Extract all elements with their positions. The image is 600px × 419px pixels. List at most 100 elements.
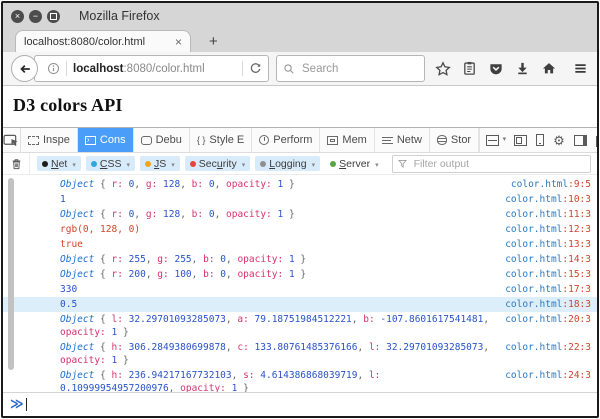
- clear-console-button[interactable]: [3, 153, 30, 174]
- message-body[interactable]: Object { r: 0, g: 128, b: 0, opacity: 1 …: [60, 178, 503, 191]
- download-icon[interactable]: [515, 61, 530, 76]
- reload-icon[interactable]: [249, 62, 262, 75]
- devtools-tab-style-editor[interactable]: Style E: [190, 128, 253, 152]
- device-icon[interactable]: [536, 134, 545, 146]
- bookmarks-clipboard-icon[interactable]: [462, 61, 477, 76]
- filter-css[interactable]: CSS: [85, 156, 135, 171]
- filter-js[interactable]: JS: [140, 156, 180, 171]
- token-delim: }: [294, 269, 307, 280]
- message-body[interactable]: Object { r: 0, g: 128, b: 0, opacity: 1 …: [60, 208, 497, 221]
- source-position: :15:3: [562, 269, 591, 280]
- message-body[interactable]: Object { h: 306.2849380699878, c: 133.80…: [60, 341, 497, 367]
- tab-close-icon[interactable]: [175, 35, 182, 49]
- back-button[interactable]: [11, 55, 38, 82]
- source-link[interactable]: color.html:14:3: [505, 253, 591, 266]
- token-num: 0.5: [60, 299, 78, 310]
- source-link[interactable]: color.html:22:3: [505, 341, 591, 354]
- token-delim: ,: [180, 209, 192, 220]
- devtools-tab-network[interactable]: Netw: [375, 128, 430, 152]
- source-link[interactable]: color.html:18:3: [505, 298, 591, 311]
- separate-window-icon[interactable]: [596, 136, 597, 147]
- split-console-icon[interactable]: [486, 134, 506, 146]
- console-message: rgb(0, 128, 0) color.html:12:3: [3, 222, 597, 237]
- search-icon: [284, 63, 294, 74]
- pick-element-icon: [3, 134, 18, 146]
- token-num: -107.8601617541481: [374, 314, 484, 325]
- source-link[interactable]: color.html:15:3: [505, 268, 591, 281]
- source-file: color.html: [505, 224, 563, 235]
- token-delim: ,: [180, 179, 192, 190]
- filter-net[interactable]: Net: [37, 156, 81, 171]
- token-prop: g:: [145, 209, 158, 220]
- token-prop: opacity:: [60, 327, 106, 338]
- filter-dot: [42, 160, 48, 167]
- message-body[interactable]: Object { l: 32.29701093285073, a: 79.187…: [60, 313, 497, 339]
- url-bar[interactable]: localhost:8080/color.html: [34, 55, 269, 82]
- token-num: 0: [214, 254, 226, 265]
- devtools-tab-memory[interactable]: Mem: [320, 128, 375, 152]
- close-button[interactable]: [11, 9, 24, 23]
- token-num: 1: [271, 209, 284, 220]
- search-input[interactable]: [300, 61, 418, 76]
- devtools-tab-performance[interactable]: Perform: [252, 128, 321, 152]
- home-icon[interactable]: [541, 61, 557, 76]
- devtools-tab-label: Inspe: [43, 134, 70, 146]
- console-message: 1 color.html:10:3: [3, 192, 597, 207]
- pocket-icon[interactable]: [488, 61, 504, 76]
- message-body[interactable]: Object { h: 236.94217167732103, s: 4.614…: [60, 369, 497, 392]
- console-scrollbar[interactable]: [8, 178, 14, 370]
- token-prop: b:: [191, 179, 204, 190]
- source-link[interactable]: color.html:17:3: [505, 283, 591, 296]
- filter-output-box[interactable]: [391, 154, 591, 173]
- source-link[interactable]: color.html:11:3: [505, 208, 591, 221]
- responsive-design-icon[interactable]: [514, 134, 528, 146]
- source-position: :17:3: [562, 284, 591, 295]
- console-input-row[interactable]: ≫: [3, 392, 597, 416]
- devtools-tab-console[interactable]: Cons: [77, 128, 134, 152]
- console-message: true color.html:13:3: [3, 237, 597, 252]
- new-tab-button[interactable]: +: [203, 32, 224, 52]
- token-obj: Object: [60, 314, 95, 325]
- devtools-tab-debugger[interactable]: Debu: [134, 128, 190, 152]
- source-link[interactable]: color.html:9:5: [511, 178, 591, 191]
- search-box[interactable]: [276, 55, 425, 82]
- menu-hamburger-icon[interactable]: [572, 61, 589, 76]
- pick-element-button[interactable]: [3, 128, 21, 152]
- browser-tab[interactable]: localhost:8080/color.html: [15, 30, 191, 52]
- token-prop: r:: [111, 269, 123, 280]
- source-position: :11:3: [562, 209, 591, 220]
- source-link[interactable]: color.html:24:3: [505, 369, 591, 382]
- message-body[interactable]: Object { r: 255, g: 255, b: 0, opacity: …: [60, 253, 497, 266]
- source-link[interactable]: color.html:20:3: [505, 313, 591, 326]
- bookmark-star-icon[interactable]: [435, 60, 451, 77]
- source-link[interactable]: color.html:12:3: [505, 223, 591, 236]
- token-num: 0: [122, 209, 135, 220]
- filter-output-input[interactable]: [411, 156, 586, 171]
- source-position: :18:3: [562, 299, 591, 310]
- devtools-tab-inspector[interactable]: Inspe: [21, 128, 78, 152]
- source-link[interactable]: color.html:13:3: [505, 238, 591, 251]
- token-delim: ,: [191, 269, 204, 280]
- style-editor-icon: [197, 134, 206, 146]
- dock-side-icon[interactable]: [574, 134, 588, 146]
- chevron-down-icon: [310, 158, 316, 170]
- token-num: 330: [60, 284, 78, 295]
- settings-icon[interactable]: [553, 135, 565, 146]
- filter-server[interactable]: Server: [325, 156, 383, 171]
- filter-security[interactable]: Security: [184, 156, 251, 171]
- message-body[interactable]: Object { r: 200, g: 100, b: 0, opacity: …: [60, 268, 497, 281]
- minimize-button[interactable]: [29, 9, 42, 23]
- filter-dot: [260, 160, 267, 167]
- filter-logging[interactable]: Logging: [255, 156, 321, 171]
- token-delim: {: [94, 209, 112, 220]
- token-num: 32.29701093285073: [380, 342, 484, 353]
- token-obj: Object: [60, 269, 95, 280]
- info-icon[interactable]: [47, 62, 60, 75]
- source-link[interactable]: color.html:10:3: [505, 193, 591, 206]
- devtools-tab-storage[interactable]: Stor: [430, 128, 480, 152]
- token-prop: g:: [157, 254, 169, 265]
- maximize-button[interactable]: [47, 9, 60, 23]
- token-num: 255: [168, 254, 192, 265]
- token-prop: h:: [111, 370, 123, 381]
- token-prop: s:: [243, 370, 255, 381]
